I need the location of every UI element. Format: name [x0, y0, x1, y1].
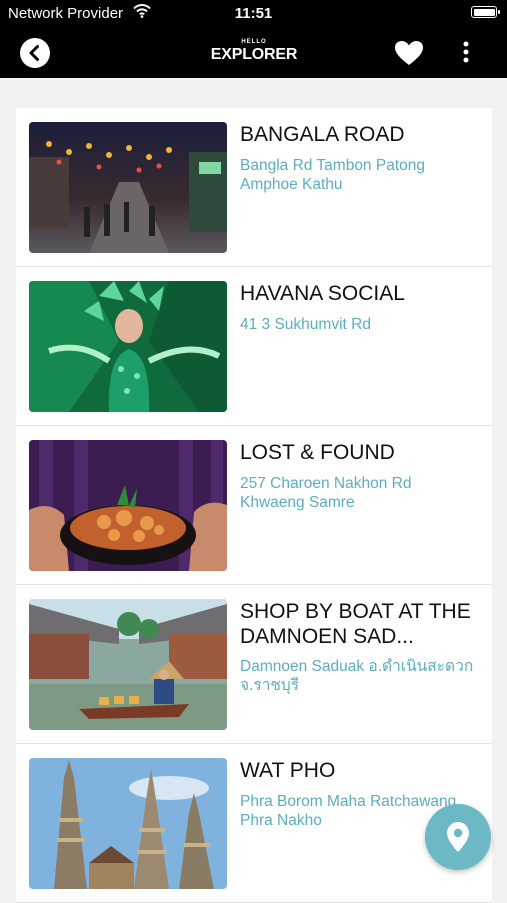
place-address: Damnoen Saduak อ.ดำเนินสะดวก จ.ราชบุรี [240, 658, 474, 694]
battery-icon [471, 6, 500, 18]
clock: 11:51 [234, 5, 273, 22]
back-button[interactable] [20, 38, 50, 68]
place-image [29, 281, 227, 412]
place-image [29, 758, 227, 889]
list-item[interactable]: SHOP BY BOAT AT THE DAMNOEN SAD... Damno… [16, 585, 492, 744]
nav-bar: HELLO EXPLORER [0, 26, 507, 78]
more-vertical-icon [463, 41, 469, 63]
place-image [29, 122, 227, 253]
logo-small-text: HELLO [241, 39, 267, 45]
place-title: BANGALA ROAD [240, 123, 405, 146]
place-address: 257 Charoen Nakhon Rd Khwaeng Samre [240, 475, 412, 511]
logo-text: EXPLORER [210, 46, 298, 63]
list-item[interactable]: WAT PHO Phra Borom Maha Ratchawang Phra … [16, 744, 492, 903]
list-item[interactable]: BANGALA ROAD Bangla Rd Tambon Patong Amp… [16, 108, 492, 267]
place-address: Bangla Rd Tambon Patong Amphoe Kathu [240, 157, 425, 193]
place-title: WAT PHO [240, 759, 336, 782]
back-arrow-icon [29, 45, 39, 61]
location-pin-icon [447, 822, 469, 852]
status-bar: Network Provider 11:51 [0, 0, 507, 26]
list-item[interactable]: HAVANA SOCIAL 41 3 Sukhumvit Rd [16, 267, 492, 426]
place-title: SHOP BY BOAT AT THE DAMNOEN SAD... [240, 600, 471, 648]
place-image [29, 440, 227, 571]
more-button[interactable] [462, 40, 470, 69]
place-image [29, 599, 227, 730]
app-logo: HELLO EXPLORER [208, 38, 300, 66]
heart-icon [395, 41, 423, 65]
map-button[interactable] [425, 804, 491, 870]
place-title: LOST & FOUND [240, 441, 395, 464]
places-list: BANGALA ROAD Bangla Rd Tambon Patong Amp… [16, 108, 492, 903]
list-item[interactable]: LOST & FOUND 257 Charoen Nakhon Rd Khwae… [16, 426, 492, 585]
favorite-button[interactable] [394, 40, 424, 71]
place-title: HAVANA SOCIAL [240, 282, 405, 305]
place-address: 41 3 Sukhumvit Rd [240, 316, 371, 333]
